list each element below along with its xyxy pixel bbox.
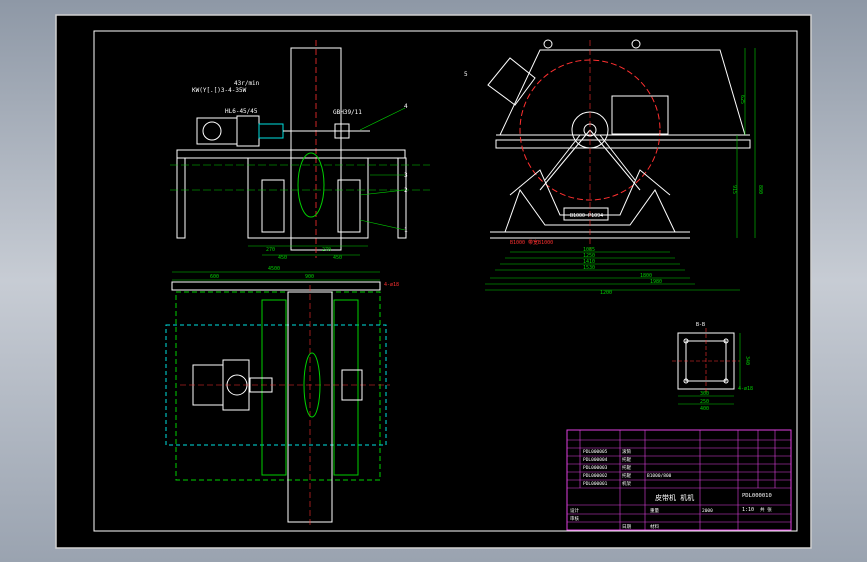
parts-header: B1000/800 [647, 473, 672, 479]
part-number-3: 3 [404, 172, 408, 179]
belt-note: B1000 带宽B1000 [510, 239, 553, 246]
bom-row-1-name: 滚筒 [622, 448, 631, 455]
dim-450-b: 450 [333, 255, 342, 261]
designer-label: 设计 [570, 507, 579, 514]
dim-270-a: 270 [266, 247, 275, 253]
weight-label: 重量 [650, 507, 659, 514]
dim-600: 600 [210, 274, 219, 280]
bom-row-1-no: PDL000005 [583, 449, 608, 455]
part-number-1: 1 [404, 227, 408, 234]
bom-row-2-name: 托辊 [622, 456, 631, 463]
check-label: 审核 [570, 515, 579, 522]
belt-label: B1000 P1094 [570, 213, 603, 219]
part-number-4: 4 [404, 103, 408, 110]
dim-1200: 1200 [600, 290, 612, 296]
drawing-sheet [55, 14, 812, 549]
drawing-number: PDL000010 [742, 493, 772, 499]
part-number-5: 5 [464, 71, 468, 78]
dim-900: 900 [305, 274, 314, 280]
dim-270-b: 270 [322, 247, 331, 253]
detail-dim-300: 300 [700, 391, 709, 397]
detail-hole: 4-ø18 [738, 386, 753, 392]
bom-row-5-name: 机架 [622, 480, 631, 487]
material-label: 材料 [650, 523, 659, 530]
bom-row-5-no: PDL000001 [583, 481, 608, 487]
drawing-scale: 1:10 [742, 507, 754, 513]
sheet-label: 共 张 [760, 506, 772, 513]
bom-row-2-no: PDL000004 [583, 457, 608, 463]
detail-dim-340: 340 [744, 356, 750, 365]
dim-880: 880 [757, 185, 763, 194]
cad-canvas[interactable]: 43r/min KW(Y[.[)3-4-35W HL6-45/45 GBH39/… [0, 0, 867, 562]
dim-1530: 1530 [583, 265, 595, 271]
dim-4500: 4500 [268, 266, 280, 272]
speed-label: 43r/min [234, 80, 260, 87]
bom-row-3-no: PDL000003 [583, 465, 608, 471]
extra-value: 2000 [702, 508, 713, 514]
detail-dim-400: 400 [700, 406, 709, 412]
coupling-label: HL6-45/45 [225, 108, 258, 115]
drawing-title: 皮带机 机机 [655, 493, 694, 502]
part-number-2: 2 [404, 187, 408, 194]
detail-dim-250: 250 [700, 399, 709, 405]
dim-1980: 1980 [650, 279, 662, 285]
bom-row-3-name: 托辊 [622, 464, 631, 471]
dim-450-a: 450 [278, 255, 287, 261]
bom-row-4-no: PDL000002 [583, 473, 608, 479]
dim-625: 625 [739, 95, 745, 104]
hole-label-plan: 4-ø18 [384, 282, 399, 288]
detail-title: B-B [696, 322, 705, 328]
bom-row-4-name: 托辊 [622, 472, 631, 479]
date-label: 日期 [622, 524, 631, 530]
motor-label: KW(Y[.[)3-4-35W [192, 87, 247, 94]
bearing-label: GBH39/11 [333, 109, 362, 116]
dim-915: 915 [731, 185, 737, 194]
